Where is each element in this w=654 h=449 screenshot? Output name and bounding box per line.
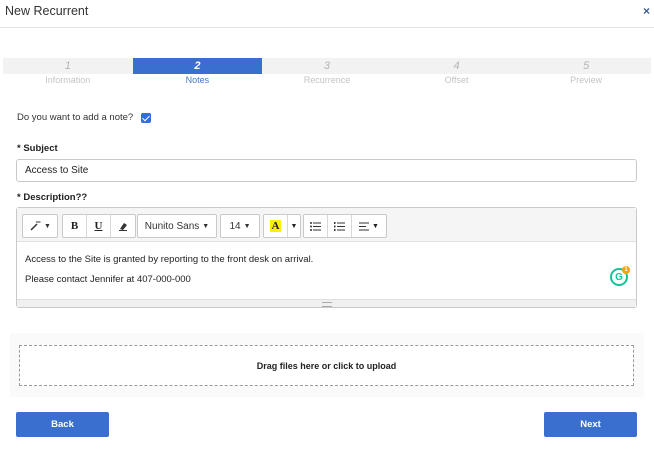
step-number: 3 [262,58,392,74]
step-label: Recurrence [303,75,351,85]
step-number: 4 [391,58,522,74]
bullet-list-icon [310,221,321,231]
step-offset[interactable]: 4 Offset [391,58,522,86]
description-label: * Description?? [17,192,88,203]
close-icon[interactable]: × [643,4,650,18]
list-group: ▼ [303,214,387,238]
step-preview[interactable]: 5 Preview [521,58,651,86]
color-dropdown-button[interactable]: ▼ [288,215,300,237]
next-button[interactable]: Next [544,412,637,437]
window-header: New Recurrent × [0,0,654,28]
wizard-steps: 1 Information 2 Notes 3 Recurrence 4 Off… [3,58,651,86]
chevron-down-icon: ▼ [44,222,51,230]
description-line: Please contact Jennifer at 407-000-000 [25,274,191,285]
step-label: Offset [444,75,469,85]
eraser-button[interactable] [111,215,135,237]
magic-wand-icon [30,221,41,231]
chevron-down-icon: ▼ [202,222,210,230]
bold-button[interactable]: B [63,215,87,237]
window-title: New Recurrent [5,4,89,18]
font-family-select[interactable]: Nunito Sans ▼ [137,214,217,238]
highlight-icon: A [269,220,282,232]
step-label: Notes [185,75,210,85]
font-size-select[interactable]: 14 ▼ [220,214,260,238]
subject-input[interactable] [16,159,637,182]
description-editor[interactable]: ▼ B U Nunito Sans ▼ 14 ▼ A ▼ ▼ Access to… [16,207,637,308]
upload-area: Drag files here or click to upload [10,333,644,397]
step-label: Information [45,75,91,85]
format-group: B U [62,214,136,238]
color-group: A ▼ [263,214,301,238]
add-note-question: Do you want to add a note? [17,112,134,123]
eraser-icon [119,223,127,231]
font-family-value: Nunito Sans [144,220,200,232]
editor-toolbar: ▼ B U Nunito Sans ▼ 14 ▼ A ▼ ▼ [17,208,636,242]
step-information[interactable]: 1 Information [3,58,133,86]
file-dropzone[interactable]: Drag files here or click to upload [19,345,634,386]
editor-content[interactable]: Access to the Site is granted by reporti… [17,242,636,298]
chevron-down-icon: ▼ [372,222,379,230]
chevron-down-icon: ▼ [243,222,251,230]
numbered-list-icon [334,221,345,231]
font-size-value: 14 [229,220,241,232]
align-button[interactable]: ▼ [352,215,386,237]
chevron-down-icon: ▼ [290,222,298,230]
description-line: Access to the Site is granted by reporti… [25,254,314,265]
bullet-list-button[interactable] [304,215,328,237]
step-recurrence[interactable]: 3 Recurrence [262,58,392,86]
grammarly-count-badge: 1 [622,266,630,274]
add-note-row: Do you want to add a note? [17,112,152,123]
step-notes[interactable]: 2 Notes [132,58,263,86]
editor-resize-handle[interactable] [17,299,636,307]
step-label: Preview [570,75,603,85]
step-number: 2 [132,58,263,74]
back-button[interactable]: Back [16,412,109,437]
subject-label: * Subject [17,143,58,154]
highlight-color-button[interactable]: A [264,215,288,237]
step-number: 5 [521,58,651,74]
underline-button[interactable]: U [87,215,111,237]
magic-wand-button[interactable]: ▼ [22,214,58,238]
numbered-list-button[interactable] [328,215,352,237]
align-left-icon [359,222,370,230]
add-note-checkbox[interactable] [141,112,152,123]
step-number: 1 [3,58,133,74]
